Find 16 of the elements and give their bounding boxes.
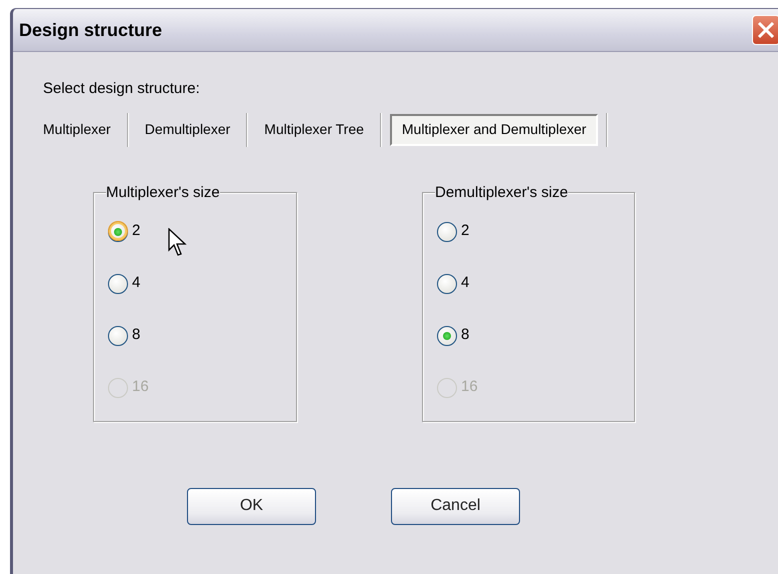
radio-label[interactable]: 4 bbox=[132, 272, 140, 295]
radio-label[interactable]: 2 bbox=[132, 220, 140, 243]
radio-label[interactable]: 8 bbox=[461, 324, 470, 347]
group-title: Demultiplexer's size bbox=[435, 184, 568, 202]
radio-label[interactable]: 2 bbox=[461, 220, 470, 243]
radio-label[interactable]: 4 bbox=[461, 272, 470, 295]
window-title: Design structure bbox=[19, 18, 162, 42]
radio-label[interactable]: 8 bbox=[132, 324, 140, 347]
tab[interactable]: Multiplexer bbox=[43, 114, 127, 146]
tab[interactable]: Multiplexer and Demultiplexer bbox=[390, 114, 598, 146]
prompt-text: Select design structure: bbox=[43, 79, 201, 99]
group-title: Multiplexer's size bbox=[106, 184, 220, 202]
ok-button[interactable]: OK bbox=[187, 488, 316, 524]
cancel-button[interactable]: Cancel bbox=[391, 488, 520, 524]
tab[interactable]: Demultiplexer bbox=[128, 114, 246, 146]
tab[interactable]: Multiplexer Tree bbox=[248, 114, 380, 146]
